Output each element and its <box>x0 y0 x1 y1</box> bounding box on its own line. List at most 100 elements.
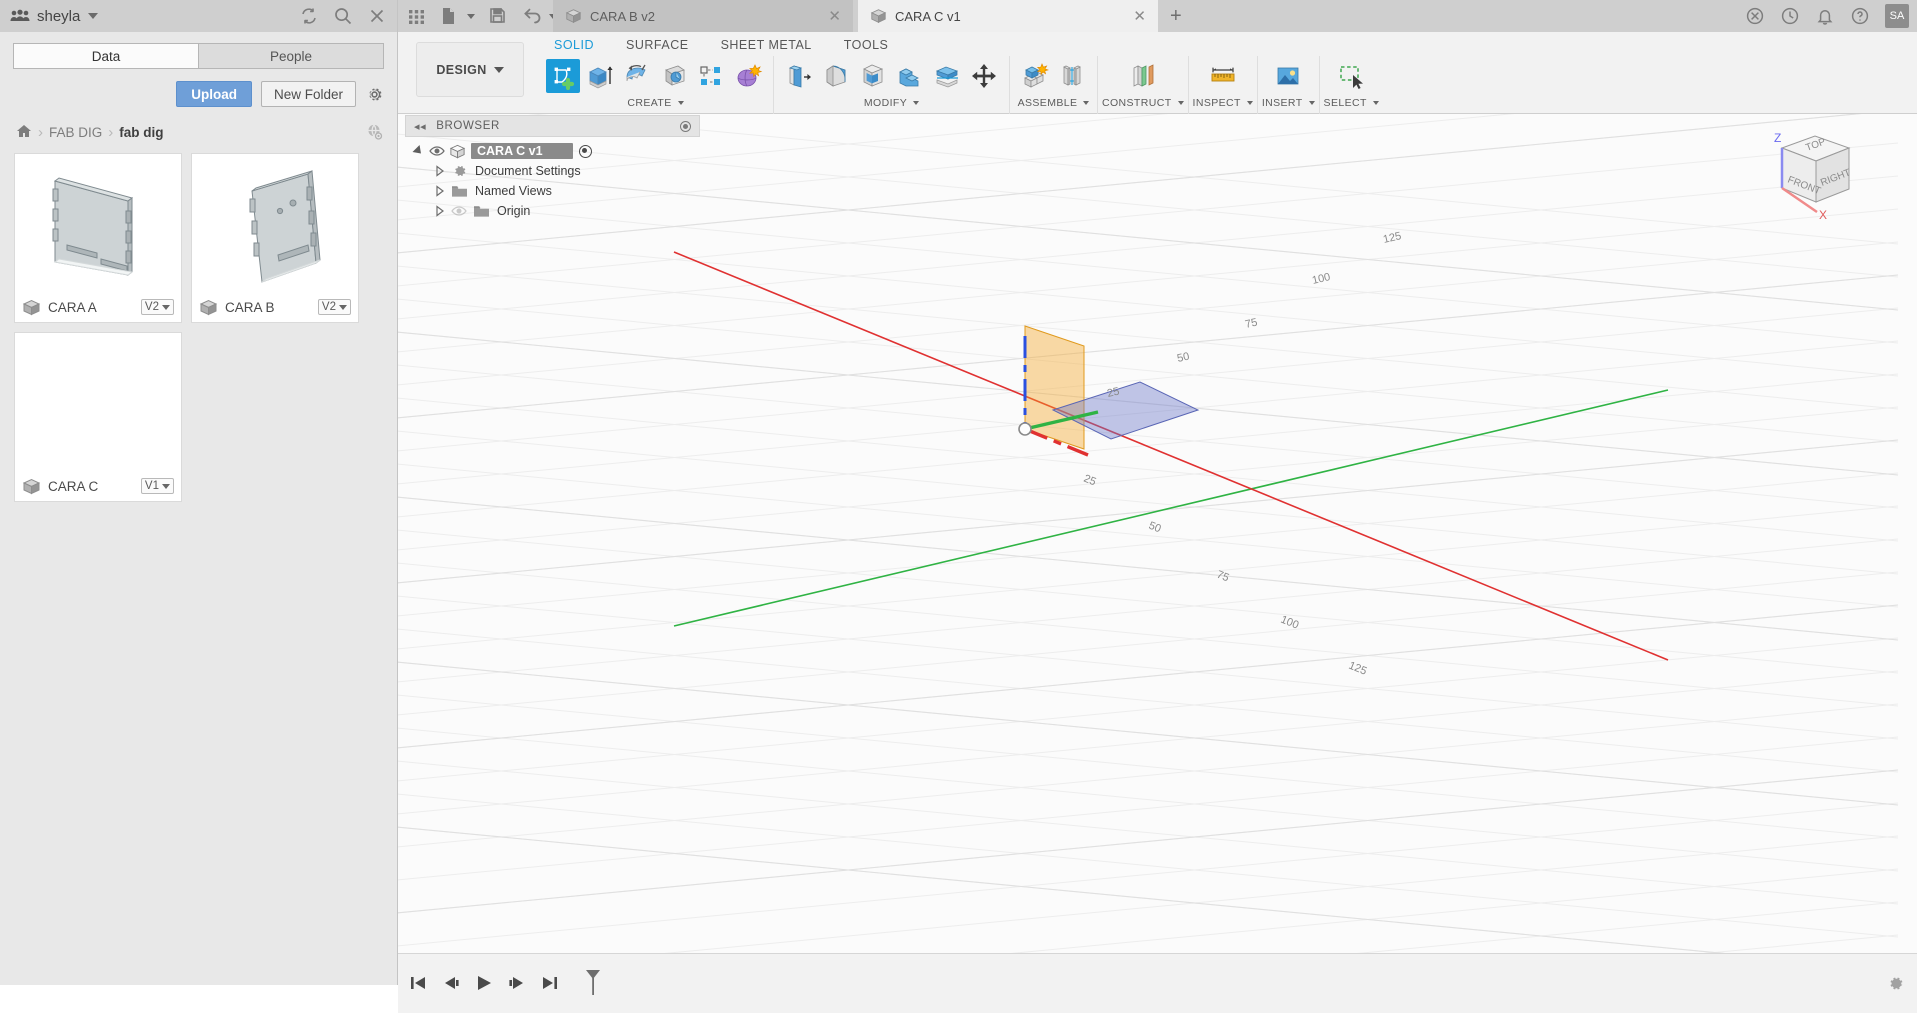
select-window-icon[interactable] <box>1334 59 1368 93</box>
breadcrumb-item-project[interactable]: FAB DIG <box>49 125 102 140</box>
shell-icon[interactable] <box>856 59 890 93</box>
eye-icon[interactable] <box>429 145 445 157</box>
grid-apps-icon[interactable] <box>406 6 427 26</box>
home-icon[interactable] <box>16 124 32 141</box>
gear-icon <box>451 163 468 179</box>
new-file-icon[interactable] <box>440 6 461 26</box>
expand-triangle-icon[interactable] <box>435 185 445 197</box>
go-to-beginning-icon[interactable] <box>408 974 428 992</box>
tab-surface[interactable]: SURFACE <box>610 33 705 57</box>
ribbon-group-label[interactable]: ASSEMBLE <box>1018 97 1090 109</box>
new-tab-button[interactable]: + <box>1170 6 1182 26</box>
tree-item-named-views[interactable]: Named Views <box>405 181 700 201</box>
clock-icon[interactable] <box>1780 6 1800 26</box>
tree-item-label: Document Settings <box>475 164 581 178</box>
eye-icon[interactable] <box>451 205 467 217</box>
component-cube-icon <box>870 8 887 24</box>
version-badge[interactable]: V2 <box>140 299 174 315</box>
tree-item-origin[interactable]: Origin <box>405 201 700 221</box>
tab-tools[interactable]: TOOLS <box>828 33 905 57</box>
bell-icon[interactable] <box>1815 6 1835 26</box>
close-icon[interactable] <box>367 6 387 26</box>
close-icon[interactable]: ✕ <box>1133 7 1146 25</box>
combine-icon[interactable] <box>893 59 927 93</box>
tab-sheet-metal[interactable]: SHEET METAL <box>705 33 828 57</box>
design-label: DESIGN <box>436 62 487 77</box>
rectangular-pattern-icon[interactable] <box>694 59 728 93</box>
breadcrumb-item-folder[interactable]: fab dig <box>119 125 163 140</box>
extrude-icon[interactable] <box>583 59 617 93</box>
version-badge[interactable]: V2 <box>317 299 351 315</box>
step-forward-icon[interactable] <box>507 974 527 992</box>
document-tab-cara-c[interactable]: CARA C v1 ✕ <box>858 0 1158 32</box>
form-icon[interactable] <box>731 59 765 93</box>
document-tab-cara-b[interactable]: CARA B v2 ✕ <box>553 0 853 32</box>
group-label-text: CREATE <box>627 97 672 109</box>
ribbon-group-create: CREATE <box>538 56 774 114</box>
expand-triangle-icon[interactable] <box>412 144 425 158</box>
globe-icon[interactable] <box>366 123 384 141</box>
radio-dot-icon[interactable] <box>680 120 691 132</box>
step-back-icon[interactable] <box>441 974 461 992</box>
design-workspace-button[interactable]: DESIGN <box>416 42 524 97</box>
browser-header: ◂◂ BROWSER <box>405 115 700 137</box>
ribbon-group-label[interactable]: INSERT <box>1262 97 1315 109</box>
ribbon-group-label[interactable]: CREATE <box>627 97 684 109</box>
gear-icon[interactable] <box>365 85 384 104</box>
chevron-down-icon[interactable] <box>88 13 99 19</box>
save-icon[interactable] <box>488 6 509 26</box>
tab-solid[interactable]: SOLID <box>538 33 610 57</box>
gear-icon[interactable] <box>1886 974 1905 993</box>
split-face-icon[interactable] <box>930 59 964 93</box>
insert-image-icon[interactable] <box>1271 59 1305 93</box>
radio-dot-icon[interactable] <box>578 144 592 158</box>
expand-triangle-icon[interactable] <box>435 165 445 177</box>
go-to-end-icon[interactable] <box>540 974 560 992</box>
file-card-cara-b[interactable]: CARA B V2 <box>191 153 359 323</box>
avatar[interactable]: SA <box>1885 4 1909 28</box>
view-cube[interactable]: TOP FRONT RIGHT Z X <box>1737 124 1867 237</box>
tree-item-document-settings[interactable]: Document Settings <box>405 161 700 181</box>
expand-triangle-icon[interactable] <box>435 205 445 217</box>
question-icon[interactable] <box>1850 6 1870 26</box>
file-card-cara-c[interactable]: CARA C V1 <box>14 332 182 502</box>
move-copy-icon[interactable] <box>967 59 1001 93</box>
search-icon[interactable] <box>333 6 353 26</box>
measure-icon[interactable] <box>1206 59 1240 93</box>
tree-item-cara-c[interactable]: CARA C v1 <box>405 141 700 161</box>
close-icon[interactable]: ✕ <box>828 7 841 25</box>
upload-button[interactable]: Upload <box>176 81 252 107</box>
ribbon-group-label[interactable]: SELECT <box>1324 97 1379 109</box>
play-icon[interactable] <box>474 974 494 992</box>
fillet-icon[interactable] <box>819 59 853 93</box>
press-pull-icon[interactable] <box>782 59 816 93</box>
refresh-icon[interactable] <box>299 6 319 26</box>
collapse-left-icon[interactable]: ◂◂ <box>414 120 426 133</box>
chevron-down-icon[interactable] <box>467 13 475 19</box>
offset-plane-icon[interactable] <box>1126 59 1160 93</box>
joint-icon[interactable] <box>1055 59 1089 93</box>
viewport-canvas[interactable]: 25 50 75 100 125 25 50 75 100 125 <box>398 114 1917 953</box>
file-card-cara-a[interactable]: CARA A V2 <box>14 153 182 323</box>
create-sketch-icon[interactable] <box>546 59 580 93</box>
revolve-icon[interactable] <box>620 59 654 93</box>
file-thumbnail <box>192 154 358 294</box>
version-badge[interactable]: V1 <box>140 478 174 494</box>
ribbon-group-label[interactable]: MODIFY <box>864 97 920 109</box>
new-component-icon[interactable] <box>1018 59 1052 93</box>
file-name: CARA B <box>225 299 275 315</box>
ribbon-group-label[interactable]: INSPECT <box>1193 97 1253 109</box>
tab-people[interactable]: People <box>198 43 384 69</box>
account-name[interactable]: sheyla <box>37 8 80 25</box>
sweep-icon[interactable] <box>657 59 691 93</box>
group-label-text: ASSEMBLE <box>1017 97 1078 109</box>
tree-item-label: Named Views <box>475 184 552 198</box>
new-folder-button[interactable]: New Folder <box>260 81 356 107</box>
viewport-3d[interactable]: 25 50 75 100 125 25 50 75 100 125 TOP FR… <box>398 114 1917 953</box>
ribbon-group-label[interactable]: CONSTRUCT <box>1102 97 1184 109</box>
help-circle-icon[interactable] <box>1745 6 1765 26</box>
chevron-down-icon <box>1246 101 1253 105</box>
timeline-marker-icon[interactable] <box>583 967 603 1000</box>
tab-data[interactable]: Data <box>13 43 198 69</box>
undo-icon[interactable] <box>522 6 543 26</box>
